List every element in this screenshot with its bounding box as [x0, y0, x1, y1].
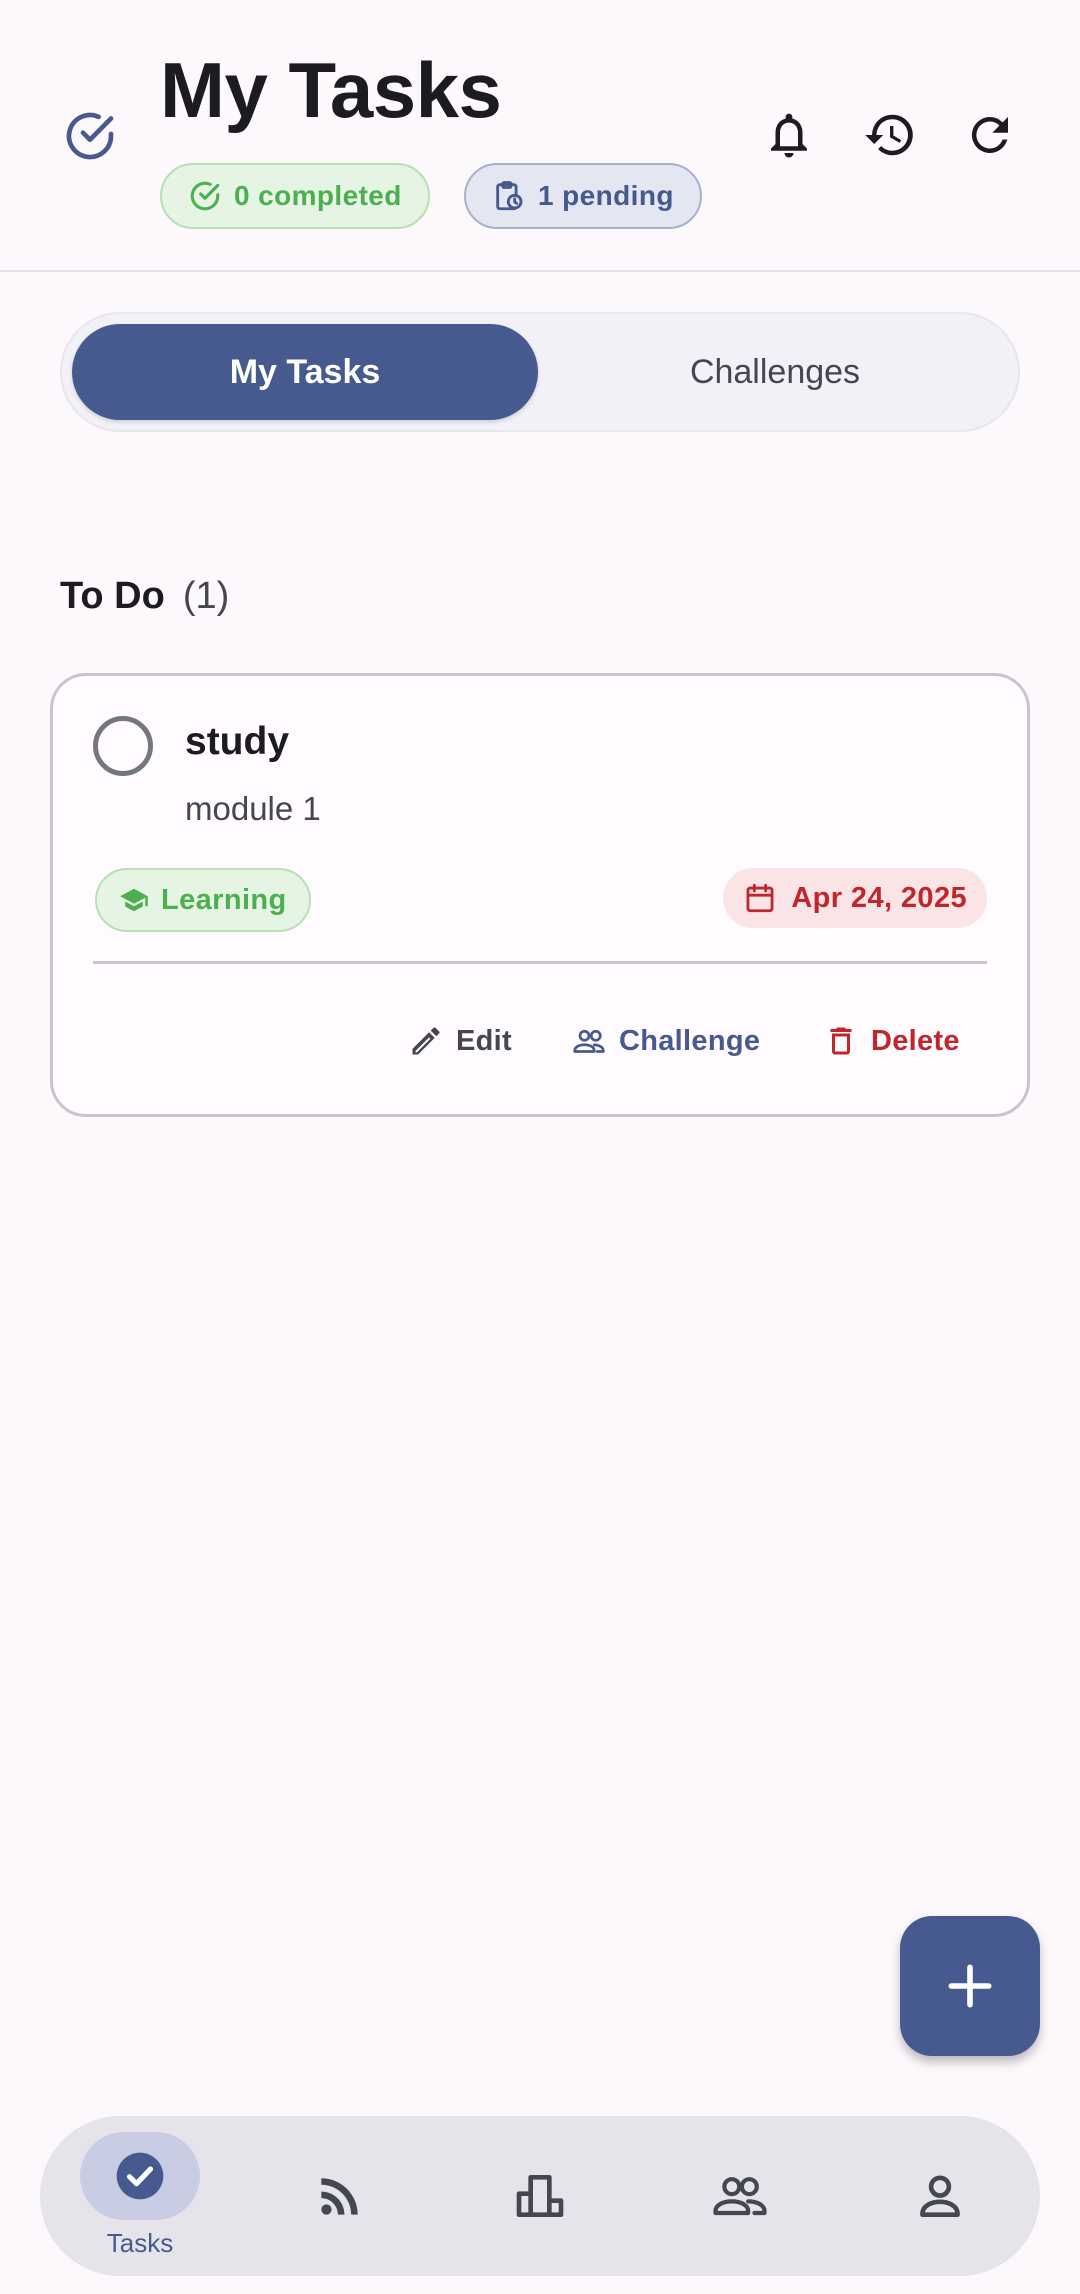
friends-icon	[713, 2177, 767, 2216]
task-description: module 1	[185, 790, 321, 827]
check-circle-icon	[190, 181, 220, 211]
nav-item-leaderboard[interactable]	[440, 2116, 640, 2276]
app-header: My Tasks 0 completed 1 pending	[0, 0, 1080, 272]
calendar-icon	[746, 883, 774, 913]
notifications-button[interactable]	[754, 100, 824, 170]
trash-icon	[830, 1027, 852, 1055]
people-icon	[573, 1029, 605, 1053]
task-title: study	[185, 720, 290, 763]
nav-item-profile[interactable]	[840, 2116, 1040, 2276]
delete-label: Delete	[871, 1024, 960, 1057]
completed-count-badge: 0 completed	[160, 163, 430, 229]
task-done-icon	[66, 112, 114, 160]
challenge-button[interactable]: Challenge	[571, 1011, 760, 1071]
add-task-button[interactable]	[900, 1916, 1040, 2056]
todo-section-header: To Do (1)	[60, 575, 229, 618]
history-button[interactable]	[855, 100, 925, 170]
due-date-badge: Apr 24, 2025	[723, 868, 987, 928]
pending-count-label: 1 pending	[538, 180, 674, 211]
refresh-icon	[971, 116, 1008, 153]
pencil-icon	[412, 1027, 440, 1055]
profile-icon	[920, 2175, 960, 2217]
nav-item-friends[interactable]	[640, 2116, 840, 2276]
check-circle-icon	[116, 2152, 164, 2200]
history-icon	[865, 114, 913, 156]
nav-item-feed[interactable]	[240, 2116, 440, 2276]
challenge-label: Challenge	[619, 1024, 761, 1057]
plus-icon	[948, 1964, 992, 2008]
section-count: (1)	[182, 575, 230, 617]
bell-icon	[771, 113, 807, 158]
category-badge: Learning	[95, 868, 311, 932]
tab-challenges[interactable]: Challenges	[542, 324, 1008, 420]
pending-clipboard-icon	[496, 181, 523, 211]
leaderboard-icon	[516, 2175, 564, 2217]
section-label: To Do	[60, 575, 165, 617]
edit-button[interactable]: Edit	[408, 1011, 512, 1071]
tab-my-tasks[interactable]: My Tasks	[72, 324, 538, 420]
task-card[interactable]: study module 1 Learning Apr 24, 2025 Edi…	[50, 673, 1030, 1117]
due-date-label: Apr 24, 2025	[791, 881, 967, 914]
view-switcher: My Tasks Challenges	[60, 312, 1020, 432]
refresh-button[interactable]	[955, 100, 1025, 170]
edit-label: Edit	[456, 1024, 512, 1057]
bottom-navigation: Tasks	[40, 2116, 1040, 2276]
card-divider	[93, 961, 987, 964]
completed-count-label: 0 completed	[234, 180, 402, 211]
page-title: My Tasks	[160, 46, 502, 134]
delete-button[interactable]: Delete	[823, 1011, 960, 1071]
category-label: Learning	[161, 883, 287, 916]
pending-count-badge: 1 pending	[464, 163, 702, 229]
nav-item-tasks[interactable]: Tasks	[40, 2116, 240, 2276]
feed-icon	[321, 2178, 358, 2215]
task-complete-checkbox[interactable]	[93, 716, 153, 776]
school-icon	[120, 888, 148, 912]
nav-label-tasks: Tasks	[106, 2228, 174, 2258]
